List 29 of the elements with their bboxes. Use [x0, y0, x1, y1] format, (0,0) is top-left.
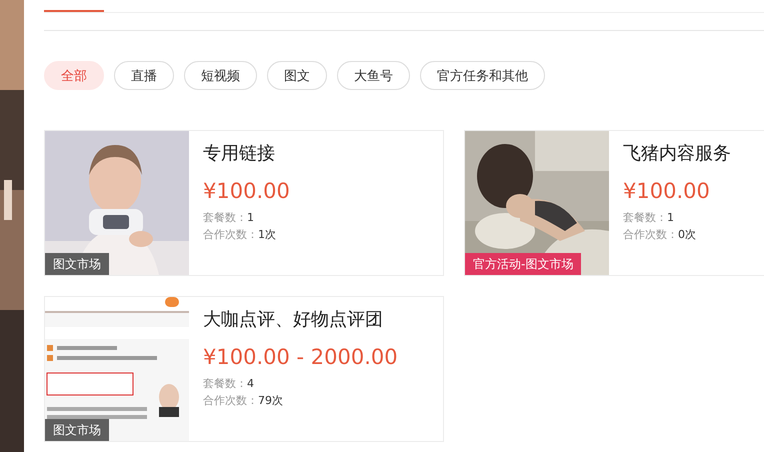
filter-tab[interactable]: 官方任务和其他 [420, 61, 545, 90]
price: ¥100.00 [203, 179, 290, 203]
category-badge: 图文市场 [45, 419, 109, 441]
cooperation-label: 合作次数： [623, 227, 678, 243]
card-title: 专用链接 [203, 142, 276, 165]
category-badge: 图文市场 [45, 253, 109, 275]
card-title: 飞猪内容服务 [623, 142, 731, 165]
service-card[interactable]: 图文市场 大咖点评、好物点评团 ¥100.00 - 2000.00 套餐数：4 合作次数：79次 [44, 296, 444, 442]
filter-tab[interactable]: 直播 [114, 61, 174, 90]
package-count: 4 [247, 376, 254, 392]
package-count: 1 [667, 210, 674, 226]
cooperation-label: 合作次数： [203, 227, 258, 243]
category-badge: 官方活动-图文市场 [465, 253, 582, 275]
package-label: 套餐数： [203, 210, 247, 226]
service-card[interactable]: 图文市场 专用链接 ¥100.00 套餐数：1 合作次数：1次 [44, 130, 444, 276]
filter-tab[interactable]: 图文 [267, 61, 327, 90]
package-label: 套餐数： [623, 210, 667, 226]
cooperation-count: 1次 [258, 227, 276, 243]
service-card[interactable]: 官方活动-图文市场 飞猪内容服务 ¥100.00 套餐数：1 合作次数：0次 [464, 130, 764, 276]
card-title: 大咖点评、好物点评团 [203, 308, 384, 331]
filter-tab[interactable]: 短视频 [184, 61, 257, 90]
package-label: 套餐数： [203, 376, 247, 392]
price: ¥100.00 [623, 179, 711, 203]
cooperation-count: 0次 [678, 227, 696, 243]
cooperation-count: 79次 [258, 393, 283, 409]
package-count: 1 [247, 210, 254, 226]
price: ¥100.00 - 2000.00 [203, 345, 398, 369]
filter-tab[interactable]: 大鱼号 [337, 61, 410, 90]
cooperation-label: 合作次数： [203, 393, 258, 409]
